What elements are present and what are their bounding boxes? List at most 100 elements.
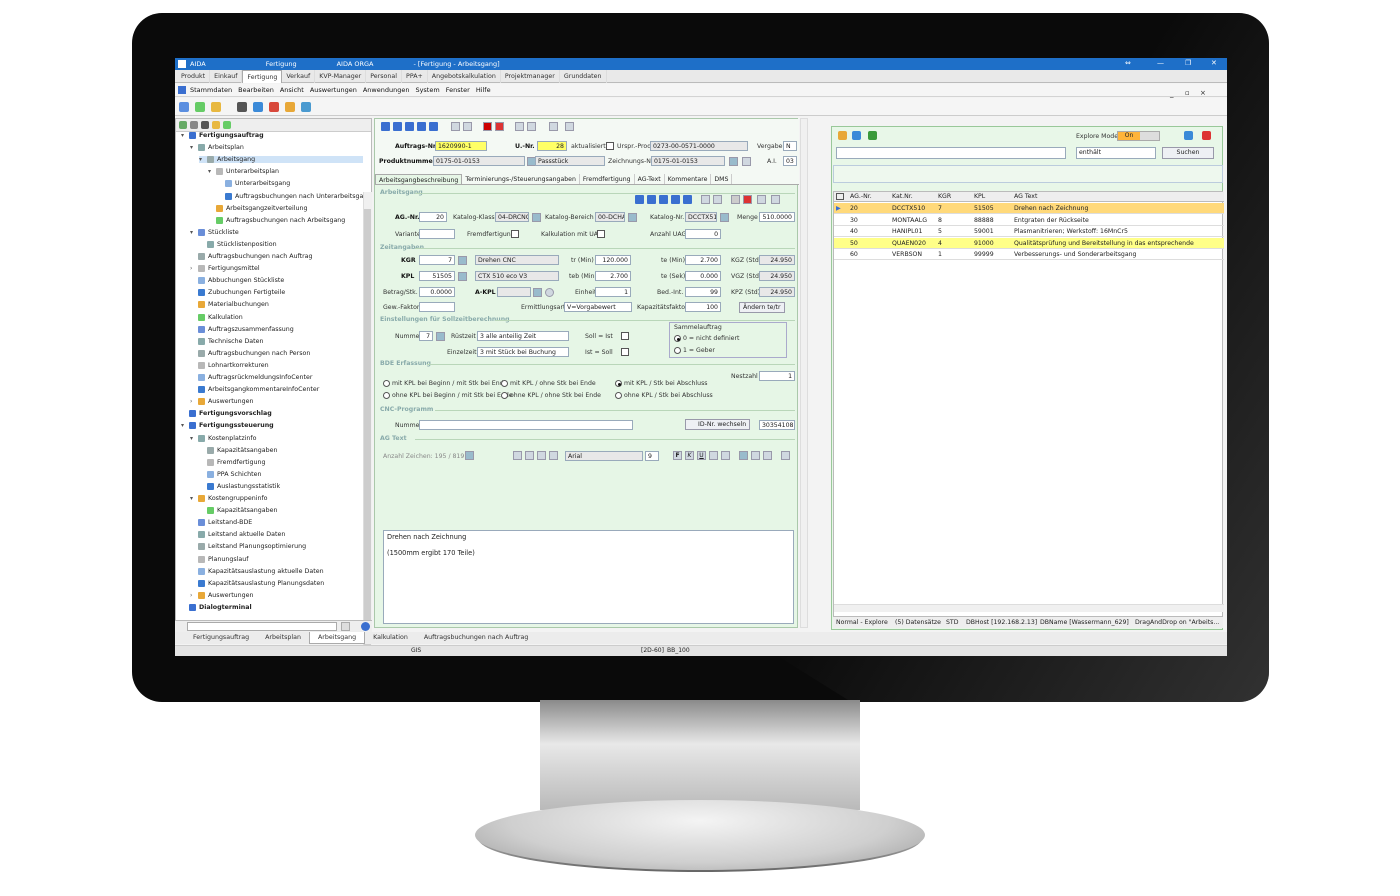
grid-hscrollbar[interactable] <box>834 604 1224 612</box>
tree-expander-icon[interactable]: ▾ <box>181 132 187 139</box>
ag-first-icon[interactable] <box>635 195 644 204</box>
tree-item-5[interactable]: Auftragsbuchungen nach Unterarbeitsgang <box>217 192 371 200</box>
vergabe-field[interactable]: N <box>783 141 797 151</box>
tree-item-6[interactable]: Arbeitsgangzeitverteilung <box>208 204 308 212</box>
menu-item-6[interactable]: Fenster <box>446 86 470 94</box>
tree-item-0[interactable]: ▾ Fertigungsauftrag <box>181 132 264 139</box>
tree-item-37[interactable]: Kapazitätsauslastung Planungsdaten <box>190 579 324 587</box>
betrag-field[interactable]: 0.0000 <box>419 287 455 297</box>
ag-doc-icon[interactable] <box>757 195 766 204</box>
akpl-field[interactable] <box>497 287 531 297</box>
ag-refresh-icon[interactable] <box>683 195 692 204</box>
tree-tool-icon[interactable] <box>201 121 209 129</box>
tree-item-1[interactable]: ▾ Arbeitsplan <box>190 144 244 152</box>
tree-item-26[interactable]: Kapazitätsangaben <box>199 446 277 454</box>
module-tab-7[interactable]: Angebotskalkulation <box>428 70 501 83</box>
tree-item-21[interactable]: ArbeitsgangkommentareInfoCenter <box>190 386 319 394</box>
ermitt-select[interactable]: V=Vorgabewert <box>564 302 632 312</box>
tree-expander-icon[interactable]: ▾ <box>190 495 196 502</box>
teb-field[interactable]: 2.700 <box>595 271 631 281</box>
menge-field[interactable]: 510.0000 <box>759 212 795 222</box>
tree-expander-icon[interactable]: ▾ <box>190 229 196 236</box>
table-row[interactable]: 30 MONTAALG 8 88888 Entgraten der Rückseite <box>834 215 1224 226</box>
form-tab-3[interactable]: AG-Text <box>635 174 665 184</box>
id-wechseln-button[interactable]: ID-Nr. wechseln <box>685 419 751 430</box>
tree-search-button[interactable] <box>341 622 350 631</box>
module-tab-0[interactable]: Produkt <box>177 70 211 83</box>
tree-item-2[interactable]: ▾ Arbeitsgang <box>199 156 363 164</box>
kapfak-field[interactable]: 100 <box>685 302 721 312</box>
maximize-icon[interactable]: ❐ <box>1185 59 1191 67</box>
katbereich-lookup-icon[interactable] <box>628 213 637 222</box>
tree-item-9[interactable]: Stücklistenposition <box>199 240 277 248</box>
col-ag[interactable]: AG.-Nr. <box>850 193 872 200</box>
doc-tab-0[interactable]: Fertigungsauftrag <box>185 632 257 644</box>
tree-item-8[interactable]: ▾ Stückliste <box>190 228 239 236</box>
tree-expander-icon[interactable]: ▾ <box>208 168 214 175</box>
kpz-field[interactable]: 24.950 <box>759 287 795 297</box>
tree-settings-icon[interactable] <box>361 622 370 631</box>
produkt-field[interactable]: 0175-01-0153 <box>433 156 525 166</box>
paste-icon[interactable] <box>537 451 546 460</box>
te-sek-field[interactable]: 0.000 <box>685 271 721 281</box>
link-icon[interactable] <box>527 122 536 131</box>
menu-item-2[interactable]: Ansicht <box>280 86 304 94</box>
tree-item-11[interactable]: › Fertigungsmittel <box>190 265 260 273</box>
clock-icon[interactable] <box>515 122 524 131</box>
gear-colored-icon[interactable] <box>269 102 279 112</box>
menu-item-7[interactable]: Hilfe <box>476 86 491 94</box>
tree-item-23[interactable]: Fertigungsvorschlag <box>181 410 272 418</box>
menu-item-3[interactable]: Auswertungen <box>310 86 357 94</box>
tree-search-icon[interactable] <box>190 121 198 129</box>
save-record-icon[interactable] <box>463 122 472 131</box>
next-record-icon[interactable] <box>405 122 414 131</box>
kpl-field[interactable]: 51505 <box>419 271 455 281</box>
col-kpl[interactable]: KPL <box>974 193 985 200</box>
inner-minimize-icon[interactable]: _ <box>1170 90 1174 98</box>
minimize-icon[interactable]: — <box>1157 59 1164 67</box>
ag-x-icon[interactable] <box>731 195 740 204</box>
explore-search-input[interactable] <box>836 147 1066 159</box>
ai-field[interactable]: 03 <box>783 156 797 166</box>
columns-icon[interactable] <box>1184 131 1193 140</box>
menu-item-0[interactable]: Stammdaten <box>190 86 232 94</box>
tree-item-25[interactable]: ▾ Kostenplatzinfo <box>190 434 256 442</box>
tree-item-20[interactable]: AuftragsrückmeldungsInfoCenter <box>190 374 312 381</box>
doc-tab-2[interactable]: Arbeitsgang <box>308 632 366 644</box>
suchen-button[interactable]: Suchen <box>1162 147 1214 159</box>
katnr-field[interactable]: DCCTX510 <box>685 212 717 222</box>
print-icon[interactable] <box>565 122 574 131</box>
tree-item-27[interactable]: Fremdfertigung <box>199 458 266 466</box>
color-icon[interactable] <box>709 451 718 460</box>
bde-o4-radio[interactable] <box>383 392 390 399</box>
agtext-editor[interactable]: Drehen nach Zeichnung (1500mm ergibt 170… <box>383 530 794 624</box>
restore-mode-icon[interactable]: ⇔ <box>1125 59 1131 67</box>
cnc-id-field[interactable]: 30354108 <box>759 420 795 430</box>
new-record-icon[interactable] <box>451 122 460 131</box>
tree-search-input[interactable] <box>187 622 337 631</box>
anzahl-uag-field[interactable]: 0 <box>685 229 721 239</box>
agnr-field[interactable]: 20 <box>419 212 447 222</box>
col-kat[interactable]: Kat.Nr. <box>892 193 913 200</box>
cut-icon[interactable] <box>513 451 522 460</box>
italic-icon[interactable]: K <box>685 451 694 460</box>
vgz-field[interactable]: 24.950 <box>759 271 795 281</box>
module-tab-6[interactable]: PPA+ <box>402 70 428 83</box>
module-tab-1[interactable]: Einkauf <box>210 70 243 83</box>
last-record-icon[interactable] <box>417 122 426 131</box>
kgr-lookup-icon[interactable] <box>458 256 467 265</box>
tree-item-35[interactable]: Planungslauf <box>190 555 248 563</box>
tree-refresh-icon[interactable] <box>179 121 187 129</box>
module-tab-8[interactable]: Projektmanager <box>501 70 560 83</box>
tree-item-39[interactable]: Dialogterminal <box>181 603 252 611</box>
calc-icon[interactable] <box>549 122 558 131</box>
highlight-icon[interactable] <box>721 451 730 460</box>
katbereich-field[interactable]: 00-DCHA <box>595 212 625 222</box>
module-tab-4[interactable]: KVP-Manager <box>315 70 367 83</box>
select-all-checkbox[interactable] <box>836 193 844 200</box>
tree-add-icon[interactable] <box>223 121 231 129</box>
tree-item-32[interactable]: Leitstand-BDE <box>190 519 252 527</box>
form-tab-0[interactable]: Arbeitsgangbeschreibung <box>375 174 463 184</box>
tree-item-22[interactable]: › Auswertungen <box>190 398 254 406</box>
tree-expander-icon[interactable]: ▾ <box>190 435 196 442</box>
